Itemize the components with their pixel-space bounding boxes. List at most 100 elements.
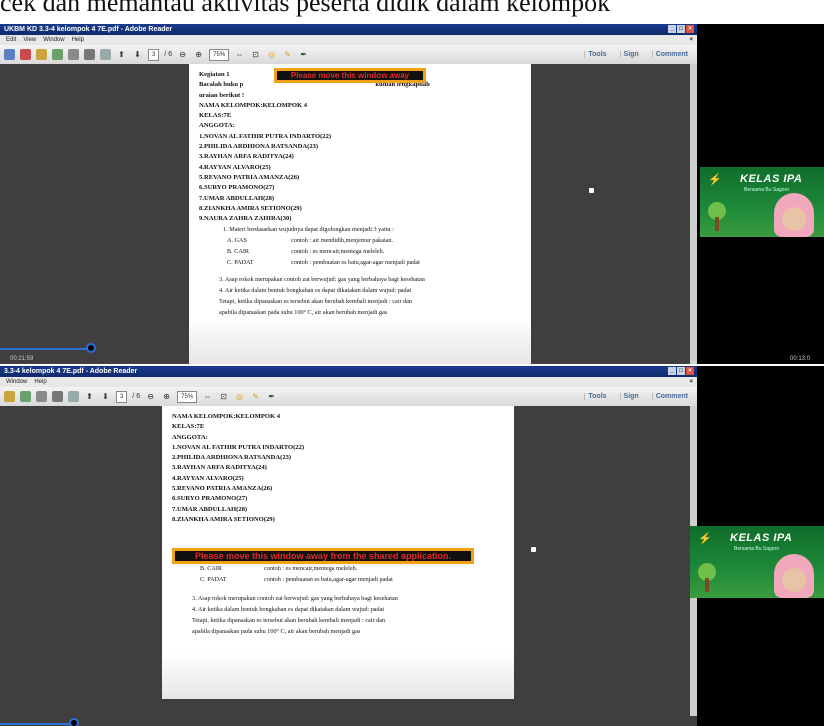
comment-button[interactable]: Comment: [651, 393, 691, 400]
state-label: B. CAIR: [200, 565, 223, 573]
vertical-scrollbar[interactable]: [690, 64, 697, 364]
sign-icon[interactable]: ✒: [266, 391, 277, 402]
print-icon[interactable]: [84, 49, 95, 60]
fit-page-icon[interactable]: ⊡: [218, 391, 229, 402]
menu-help[interactable]: Help: [72, 35, 84, 45]
share-icon[interactable]: [52, 49, 63, 60]
member-line: 3.RAYHAN ARFA RADITYA(24): [199, 153, 294, 161]
comment-icon[interactable]: ◎: [234, 391, 245, 402]
time-remaining: 00:13:0: [790, 356, 811, 362]
document-area[interactable]: NAMA KELOMPOK:KELOMPOK 4 KELAS:7E ANGGOTA:…: [0, 406, 697, 726]
edit-icon[interactable]: [4, 391, 15, 402]
window-titlebar[interactable]: 3.3-4 kelompok 4 7E.pdf - Adobe Reader _…: [0, 366, 697, 377]
intro-line-2: uraian berikut !: [199, 91, 245, 99]
highlight-icon[interactable]: ✎: [282, 49, 293, 60]
tools-button[interactable]: Tools: [584, 393, 609, 400]
fit-page-icon[interactable]: ⊡: [250, 49, 261, 60]
member-line: ANGGOTA:: [172, 433, 208, 441]
member-line: 1.NOVAN AL FATHIR PUTRA INDARTO(22): [172, 443, 305, 451]
previous-page-icon[interactable]: ⬆: [116, 49, 127, 60]
playback-progress[interactable]: [0, 723, 74, 725]
question-4: 4. Air ketika dalam bentuk bongkahan es …: [219, 287, 412, 295]
window-controls: _ □ ×: [668, 367, 694, 375]
zoom-out-icon[interactable]: ⊖: [145, 391, 156, 402]
close-button[interactable]: ×: [686, 25, 694, 33]
screen-capture-2: 3.3-4 kelompok 4 7E.pdf - Adobe Reader _…: [0, 366, 824, 726]
sign-button[interactable]: Sign: [619, 51, 642, 58]
webcam-subtitle: Bersama Bu Sagoro: [734, 546, 780, 552]
member-line: NAMA KELOMPOK:KELOMPOK 4: [172, 413, 281, 420]
previous-page-icon[interactable]: ⬆: [84, 391, 95, 402]
page-number-input[interactable]: 3: [116, 390, 128, 403]
menu-view[interactable]: View: [23, 35, 36, 45]
menu-window[interactable]: Window: [6, 377, 27, 387]
share-icon[interactable]: [20, 391, 31, 402]
member-line: 9.NAURA ZAHRA ZAHIRA(30): [199, 215, 292, 223]
top-caption: cek dan memantau aktivitas peserta didik…: [0, 0, 611, 17]
sign-icon[interactable]: ✒: [298, 49, 309, 60]
close-button[interactable]: ×: [686, 367, 694, 375]
menu-window[interactable]: Window: [43, 35, 64, 45]
menu-edit[interactable]: Edit: [6, 35, 16, 45]
close-document-icon[interactable]: ×: [689, 377, 693, 387]
next-page-icon[interactable]: ⬇: [100, 391, 111, 402]
member-line: 5.REVANO PATRIA AMANZA(26): [172, 485, 273, 493]
comment-button[interactable]: Comment: [651, 51, 691, 58]
webcam-title: KELAS IPA: [730, 532, 793, 544]
screen-capture-1: UKBM KD 3.3-4 kelompok 4 7E.pdf - Adobe …: [0, 24, 824, 364]
member-line: KELAS:7E: [172, 423, 205, 431]
print-icon[interactable]: [52, 391, 63, 402]
zoom-in-icon[interactable]: ⊕: [161, 391, 172, 402]
zoom-select[interactable]: 75%: [209, 48, 230, 61]
playback-progress[interactable]: [0, 348, 91, 350]
open-icon[interactable]: [4, 49, 15, 60]
states-table: B. CAIR contoh : es mencair,mentega melel…: [200, 563, 504, 585]
next-page-icon[interactable]: ⬇: [132, 49, 143, 60]
window-titlebar[interactable]: UKBM KD 3.3-4 kelompok 4 7E.pdf - Adobe …: [0, 24, 697, 35]
question-3: 3. Asap rokok merupakan contoh zat berwu…: [219, 276, 425, 284]
document-area[interactable]: Kegiatan 1 Bacalah buku p kudian lengkapi…: [0, 64, 697, 364]
fit-width-icon[interactable]: ⇔: [202, 391, 213, 402]
tools-button[interactable]: Tools: [584, 51, 609, 58]
zoom-out-icon[interactable]: ⊖: [177, 49, 188, 60]
playback-knob[interactable]: [69, 718, 79, 726]
create-pdf-icon[interactable]: [20, 49, 31, 60]
playback-knob[interactable]: [86, 343, 96, 353]
sign-button[interactable]: Sign: [619, 393, 642, 400]
page-shadow: [162, 653, 514, 699]
minimize-button[interactable]: _: [668, 25, 676, 33]
minimize-button[interactable]: _: [668, 367, 676, 375]
webcam-subtitle: Bersama Bu Sagoro: [744, 187, 790, 193]
comment-icon[interactable]: ◎: [266, 49, 277, 60]
member-line: 7.UMAR ABDULLAH(28): [172, 505, 248, 513]
save-icon[interactable]: [36, 391, 47, 402]
state-example: contoh : pembuatan es batu,agar-agar men…: [264, 576, 393, 584]
state-example: contoh : pembuatan es batu,agar-agar men…: [291, 259, 420, 267]
fit-width-icon[interactable]: ⇔: [234, 49, 245, 60]
state-label: C. PADAT: [200, 576, 227, 584]
logo-icon: ⚡: [698, 533, 712, 545]
email-icon[interactable]: [100, 49, 111, 60]
menu-help[interactable]: Help: [34, 377, 46, 387]
highlight-icon[interactable]: ✎: [250, 391, 261, 402]
tree-icon: [708, 202, 726, 231]
edit-icon[interactable]: [36, 49, 47, 60]
page-number-input[interactable]: 3: [148, 48, 160, 61]
member-line: 8.ZIANKHA AMIRA SETIONO(29): [172, 515, 275, 523]
close-document-icon[interactable]: ×: [689, 35, 693, 45]
state-label: C. PADAT: [227, 259, 254, 267]
member-line: 4.RAYYAN ALVARO(25): [199, 163, 271, 171]
email-icon[interactable]: [68, 391, 79, 402]
zoom-in-icon[interactable]: ⊕: [193, 49, 204, 60]
member-line: 4.RAYYAN ALVARO(25): [172, 474, 244, 482]
maximize-button[interactable]: □: [677, 25, 685, 33]
save-icon[interactable]: [68, 49, 79, 60]
zoom-select[interactable]: 75%: [177, 390, 198, 403]
menu-bar: Edit View Window Help ×: [0, 35, 697, 45]
question-1: 1. Materi berdasarkan wujudnya dapat dig…: [223, 226, 394, 234]
teacher-webcam: ⚡ KELAS IPA Bersama Bu Sagoro: [700, 167, 824, 237]
reader-window: 3.3-4 kelompok 4 7E.pdf - Adobe Reader _…: [0, 366, 697, 726]
maximize-button[interactable]: □: [677, 367, 685, 375]
member-line: 1.NOVAN AL FATHIR PUTRA INDARTO(22): [199, 132, 332, 140]
question-4-end: apabila dipanaskan pada suhu 100° C, air…: [192, 628, 361, 636]
